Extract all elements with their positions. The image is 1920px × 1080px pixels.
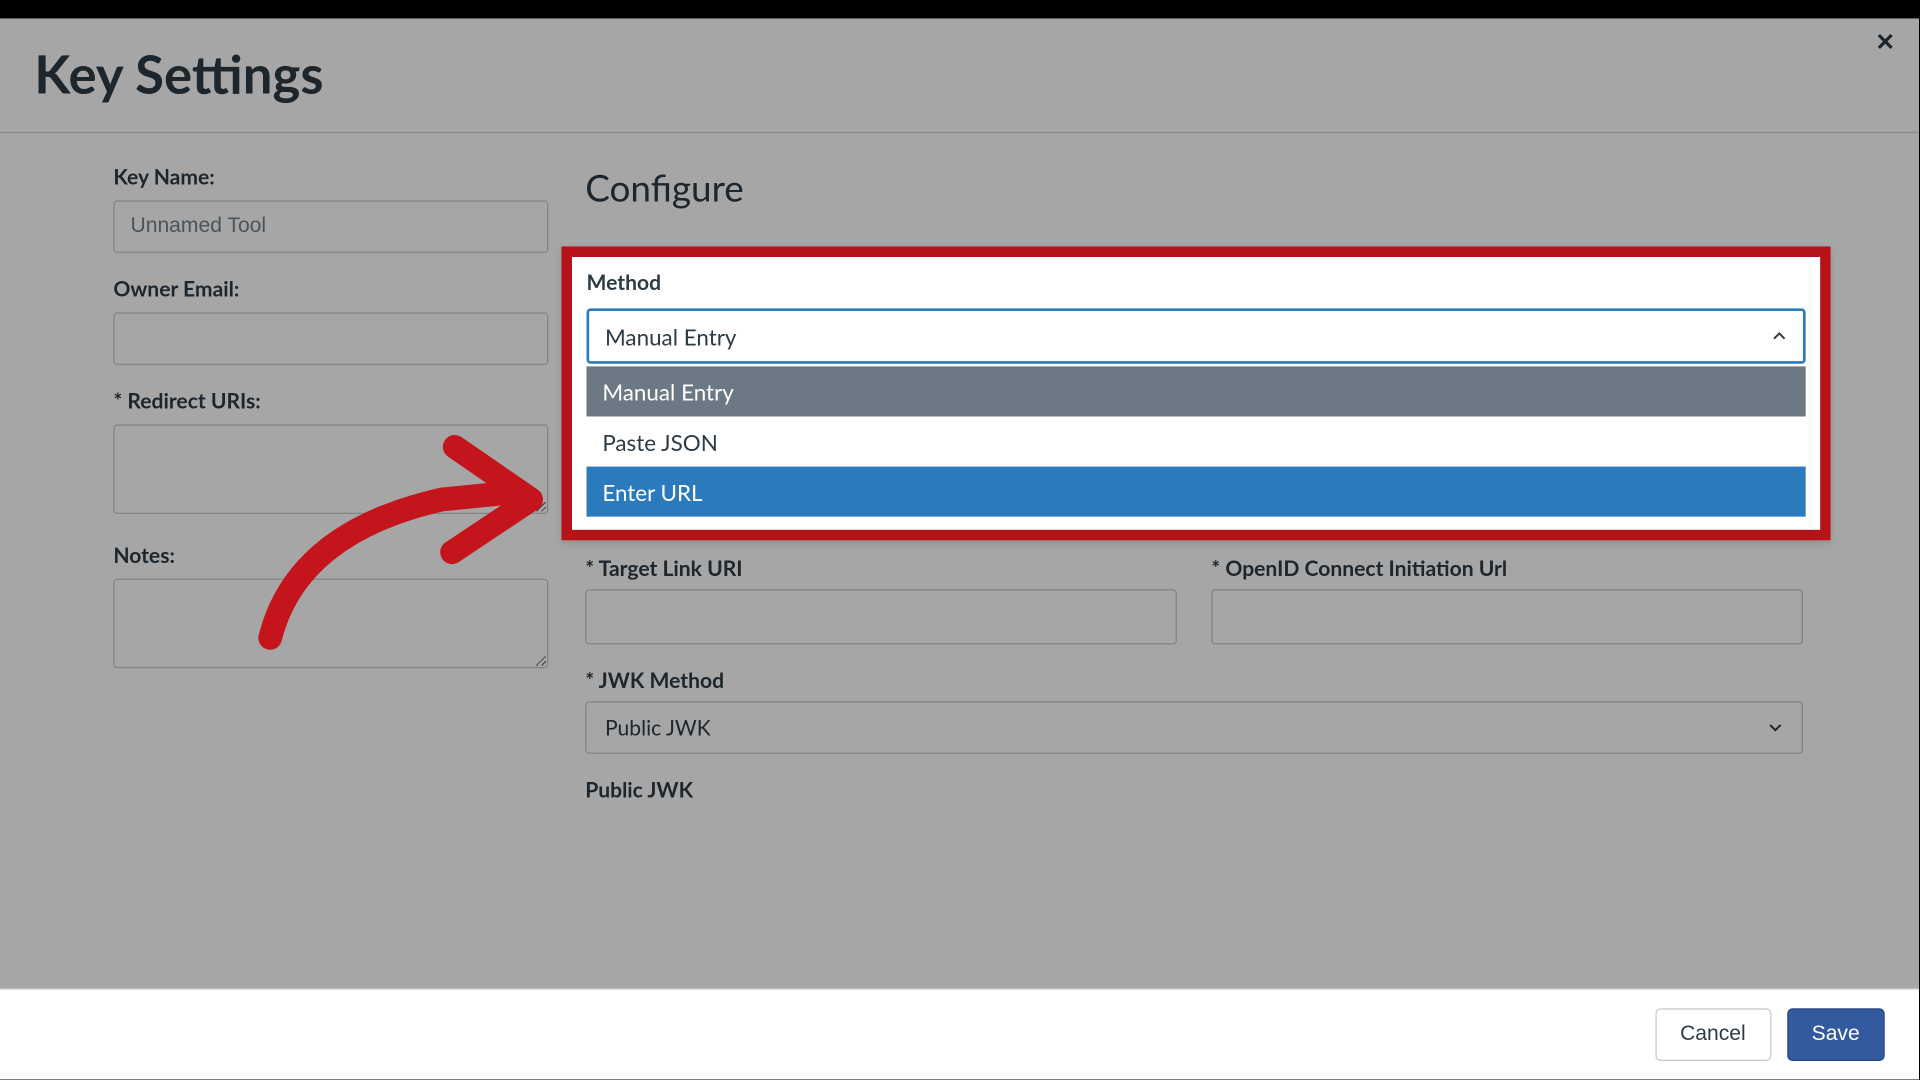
key-settings-modal: Key Settings ✕ Key Name: Owner Email: * …	[0, 18, 1919, 1079]
openid-url-label: * OpenID Connect Initiation Url	[1211, 556, 1803, 581]
target-link-uri-label: * Target Link URI	[585, 556, 1177, 581]
notes-input[interactable]	[113, 579, 548, 669]
modal-header: Key Settings ✕	[0, 18, 1919, 133]
chevron-down-icon	[1767, 720, 1783, 736]
close-button[interactable]: ✕	[1875, 29, 1895, 57]
method-selected-value: Manual Entry	[605, 322, 736, 350]
redirect-uris-input[interactable]	[113, 424, 548, 514]
key-name-label: Key Name:	[113, 165, 548, 190]
save-button[interactable]: Save	[1787, 1008, 1885, 1061]
jwk-method-value: Public JWK	[605, 715, 711, 740]
close-icon: ✕	[1875, 29, 1895, 55]
key-name-input[interactable]	[113, 200, 548, 253]
jwk-method-label: * JWK Method	[585, 668, 1803, 693]
openid-url-input[interactable]	[1211, 589, 1803, 644]
notes-label: Notes:	[113, 543, 548, 568]
method-option-paste-json[interactable]: Paste JSON	[587, 416, 1806, 466]
configure-heading: Configure	[585, 165, 1803, 210]
modal-footer: Cancel Save	[0, 988, 1919, 1079]
method-options-list: Manual Entry Paste JSON Enter URL	[587, 366, 1806, 516]
jwk-method-select[interactable]: Public JWK	[585, 701, 1803, 754]
method-select[interactable]: Manual Entry	[587, 308, 1806, 363]
owner-email-input[interactable]	[113, 312, 548, 365]
owner-email-label: Owner Email:	[113, 277, 548, 302]
left-column: Key Name: Owner Email: * Redirect URIs: …	[113, 165, 548, 811]
chevron-up-icon	[1771, 328, 1787, 344]
method-label: Method	[587, 270, 1806, 295]
public-jwk-label: Public JWK	[585, 778, 1803, 803]
method-option-manual-entry[interactable]: Manual Entry	[587, 366, 1806, 416]
modal-title: Key Settings	[34, 42, 1884, 105]
method-option-enter-url[interactable]: Enter URL	[587, 467, 1806, 517]
redirect-uris-label: * Redirect URIs:	[113, 389, 548, 414]
cancel-button[interactable]: Cancel	[1655, 1008, 1771, 1061]
target-link-uri-input[interactable]	[585, 589, 1177, 644]
method-dropdown-highlight: Method Manual Entry Manual Entry Paste J…	[561, 246, 1830, 540]
